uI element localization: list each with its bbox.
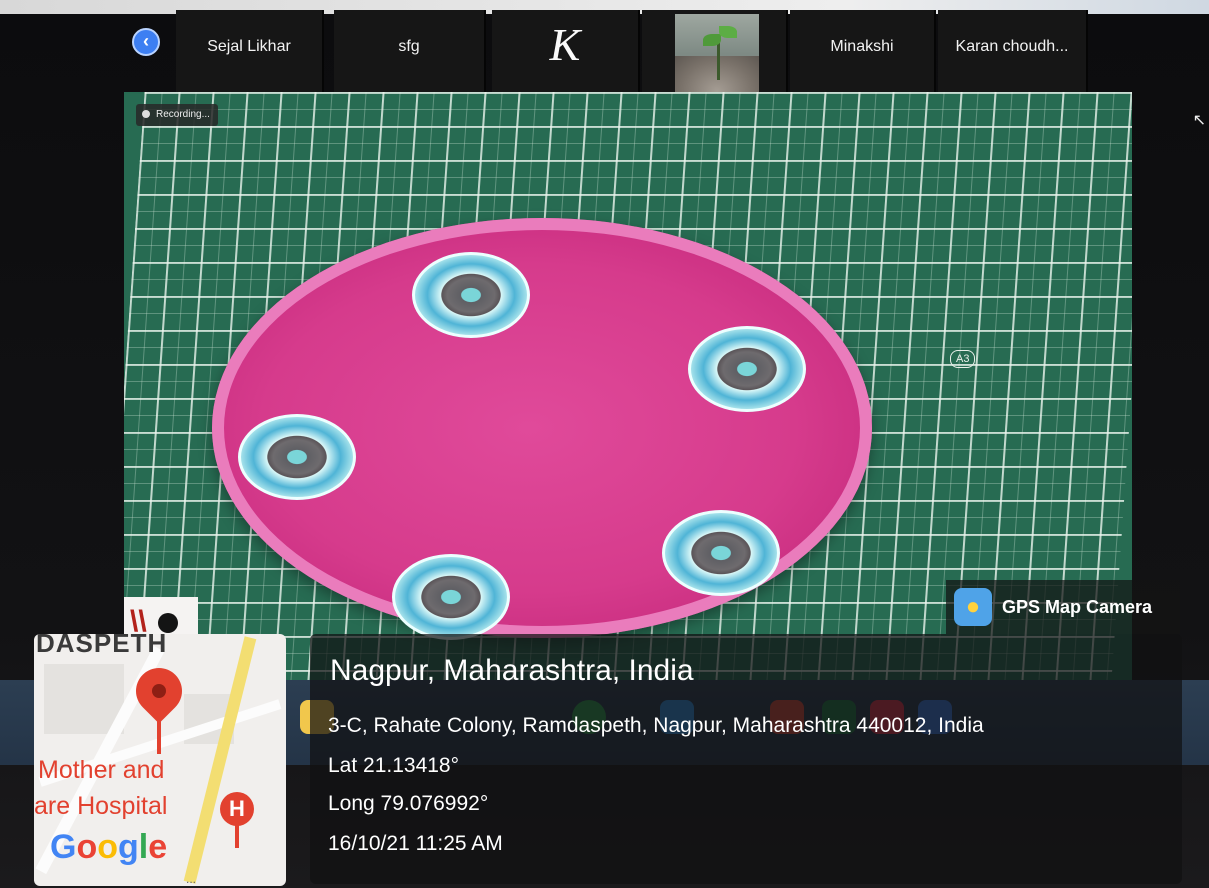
map-main-road: [183, 636, 257, 884]
monitor-photo: ‹ Sejal Likhar sfg K Minakshi Karan chou…: [0, 0, 1209, 888]
mouse-cursor-icon: ↖: [1192, 112, 1206, 129]
participant-initial: K: [549, 19, 581, 70]
participant-name: sfg: [398, 38, 420, 55]
agar-well: [392, 554, 510, 640]
map-thumbnail: DASPETH Mother and are Hospital H Google…: [34, 634, 286, 886]
latitude: Lat 21.13418°: [328, 754, 460, 777]
participant-thumbnail: [675, 14, 759, 100]
participant-name: Sejal Likhar: [207, 38, 291, 55]
hospital-marker-stem: [235, 824, 239, 848]
location-pin-dot: [152, 684, 166, 698]
google-logo: Google: [50, 828, 168, 866]
record-dot-icon: [142, 110, 150, 118]
chevron-left-icon: ‹: [143, 31, 149, 51]
recording-label: Recording...: [156, 109, 210, 120]
location-city: Nagpur, Maharashtra, India: [330, 654, 694, 687]
location-address: 3-C, Rahate Colony, Ramdaspeth, Nagpur, …: [328, 714, 984, 737]
agar-well: [688, 326, 806, 412]
agar-well: [412, 252, 530, 338]
gps-brand-tag: ● GPS Map Camera: [946, 580, 1180, 634]
recording-indicator: Recording...: [136, 104, 218, 126]
participant-name: Karan choudh...: [955, 38, 1069, 55]
more-dots: ...: [186, 872, 197, 886]
gps-brand-label: GPS Map Camera: [1002, 597, 1153, 617]
agar-well: [662, 510, 780, 596]
location-panel: Nagpur, Maharashtra, India 3-C, Rahate C…: [310, 634, 1182, 884]
participant-name: Minakshi: [830, 38, 894, 55]
poi-label: Mother and: [38, 756, 165, 784]
longitude: Long 79.076992°: [328, 792, 489, 815]
mat-marker: A3: [950, 350, 976, 368]
timestamp: 16/10/21 11:25 AM: [328, 832, 503, 855]
agar-well: [238, 414, 356, 500]
poi-label: are Hospital: [34, 792, 168, 820]
map-street-label: DASPETH: [36, 634, 168, 658]
map-camera-icon: ●: [954, 588, 992, 626]
location-pin-stem: [157, 718, 161, 754]
petri-dish: [212, 218, 872, 640]
back-button[interactable]: ‹: [132, 28, 160, 56]
hospital-marker-icon: H: [220, 792, 254, 826]
